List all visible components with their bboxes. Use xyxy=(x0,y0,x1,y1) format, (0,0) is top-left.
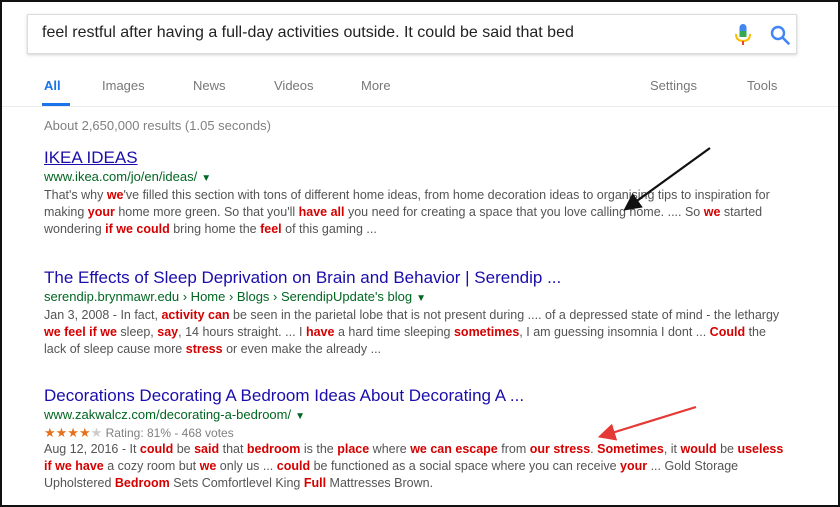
snippet-text: a hard time sleeping xyxy=(334,325,454,339)
rating-line: ★★★★★ Rating: 81% - 468 votes xyxy=(44,425,784,441)
highlighted-term: Full xyxy=(303,476,327,490)
snippet-text: that xyxy=(219,442,247,456)
highlighted-term: Sometimes xyxy=(597,442,664,456)
tab-images[interactable]: Images xyxy=(102,78,145,93)
snippet-text: sleep, xyxy=(116,325,158,339)
snippet-text: is the xyxy=(300,442,338,456)
result-snippet: That's why we've filled this section wit… xyxy=(44,187,784,238)
browser-frame: feel restful after having a full-day act… xyxy=(0,0,840,507)
highlighted-term: activity can xyxy=(161,308,230,322)
highlighted-term: could xyxy=(139,442,174,456)
snippet-text: be seen in the parietal lobe that is not… xyxy=(229,308,780,322)
result-snippet: Jan 3, 2008 - In fact, activity can be s… xyxy=(44,307,784,358)
tab-more[interactable]: More xyxy=(361,78,391,93)
result-title[interactable]: The Effects of Sleep Deprivation on Brai… xyxy=(44,268,784,288)
highlighted-term: would xyxy=(680,442,717,456)
rating-text: Rating: 81% - 468 votes xyxy=(105,426,234,440)
tab-settings[interactable]: Settings xyxy=(650,78,697,93)
snippet-text: Jan 3, 2008 - In fact, xyxy=(44,308,162,322)
search-icon[interactable] xyxy=(770,25,790,45)
snippet-text: be xyxy=(716,442,738,456)
snippet-text: from xyxy=(497,442,530,456)
snippet-text: only us ... xyxy=(216,459,277,473)
highlighted-term: have all xyxy=(298,205,345,219)
snippet-text: , it xyxy=(663,442,681,456)
highlighted-term: our stress xyxy=(529,442,591,456)
highlighted-term: we xyxy=(199,459,217,473)
highlighted-term: say xyxy=(157,325,179,339)
active-tab-indicator xyxy=(42,103,70,106)
snippet-text: where xyxy=(369,442,411,456)
highlighted-term: stress xyxy=(185,342,223,356)
search-result: The Effects of Sleep Deprivation on Brai… xyxy=(44,268,784,358)
chevron-down-icon[interactable]: ▼ xyxy=(295,411,305,422)
search-tabs: All Images News Videos More Settings Too… xyxy=(2,66,838,107)
highlighted-term: said xyxy=(194,442,220,456)
tab-videos[interactable]: Videos xyxy=(274,78,314,93)
chevron-down-icon[interactable]: ▼ xyxy=(201,173,211,184)
snippet-text: , 14 hours straight. ... I xyxy=(178,325,306,339)
snippet-text: you need for creating a space that you l… xyxy=(344,205,704,219)
result-url[interactable]: serendip.brynmawr.edu › Home › Blogs › S… xyxy=(44,288,784,307)
result-url[interactable]: www.ikea.com/jo/en/ideas/ ▼ xyxy=(44,168,784,187)
highlighted-term: we feel if we xyxy=(44,325,117,339)
result-title[interactable]: Decorations Decorating A Bedroom Ideas A… xyxy=(44,386,784,406)
highlighted-term: have xyxy=(305,325,335,339)
highlighted-term: we can escape xyxy=(410,442,498,456)
highlighted-term: we xyxy=(106,188,124,202)
highlighted-term: Bedroom xyxy=(114,476,170,490)
highlighted-term: could xyxy=(276,459,311,473)
result-url-text[interactable]: serendip.brynmawr.edu › Home › Blogs › S… xyxy=(44,289,412,304)
snippet-text: be xyxy=(173,442,195,456)
snippet-text: a cozy room but xyxy=(103,459,200,473)
highlighted-term: Could xyxy=(709,325,746,339)
snippet-text: bring home the xyxy=(169,222,261,236)
star-rating-icon: ★★★★★ xyxy=(44,425,103,440)
snippet-text: be functioned as a social space where yo… xyxy=(310,459,621,473)
snippet-text: That's why xyxy=(44,188,107,202)
result-title[interactable]: IKEA IDEAS xyxy=(44,148,784,168)
highlighted-term: bedroom xyxy=(246,442,301,456)
mic-icon[interactable] xyxy=(734,24,752,46)
chevron-down-icon[interactable]: ▼ xyxy=(416,293,426,304)
snippet-text: Aug 12, 2016 - It xyxy=(44,442,140,456)
tab-news[interactable]: News xyxy=(193,78,226,93)
highlighted-term: your xyxy=(87,205,115,219)
result-stats: About 2,650,000 results (1.05 seconds) xyxy=(44,118,271,133)
snippet-text: Mattresses Brown. xyxy=(326,476,434,490)
search-result: IKEA IDEAS www.ikea.com/jo/en/ideas/ ▼ Th… xyxy=(44,148,784,238)
result-url-text[interactable]: www.ikea.com/jo/en/ideas/ xyxy=(44,169,197,184)
snippet-text: of this gaming ... xyxy=(281,222,377,236)
highlighted-term: feel xyxy=(260,222,282,236)
snippet-text: Sets Comfortlevel King xyxy=(169,476,304,490)
result-url[interactable]: www.zakwalcz.com/decorating-a-bedroom/ ▼ xyxy=(44,406,784,425)
tab-all[interactable]: All xyxy=(44,78,61,93)
tab-tools[interactable]: Tools xyxy=(747,78,777,93)
search-input[interactable]: feel restful after having a full-day act… xyxy=(42,24,692,42)
search-bar[interactable]: feel restful after having a full-day act… xyxy=(27,14,797,54)
highlighted-term: we xyxy=(703,205,721,219)
result-snippet: Aug 12, 2016 - It could be said that bed… xyxy=(44,441,784,492)
snippet-text: , I am guessing insomnia I dont ... xyxy=(519,325,710,339)
snippet-text: home more green. So that you'll xyxy=(114,205,299,219)
highlighted-term: sometimes xyxy=(453,325,520,339)
search-result: Decorations Decorating A Bedroom Ideas A… xyxy=(44,386,784,492)
highlighted-term: place xyxy=(337,442,370,456)
highlighted-term: your xyxy=(620,459,648,473)
snippet-text: or even make the already ... xyxy=(222,342,382,356)
highlighted-term: if we could xyxy=(105,222,170,236)
result-url-text[interactable]: www.zakwalcz.com/decorating-a-bedroom/ xyxy=(44,407,291,422)
